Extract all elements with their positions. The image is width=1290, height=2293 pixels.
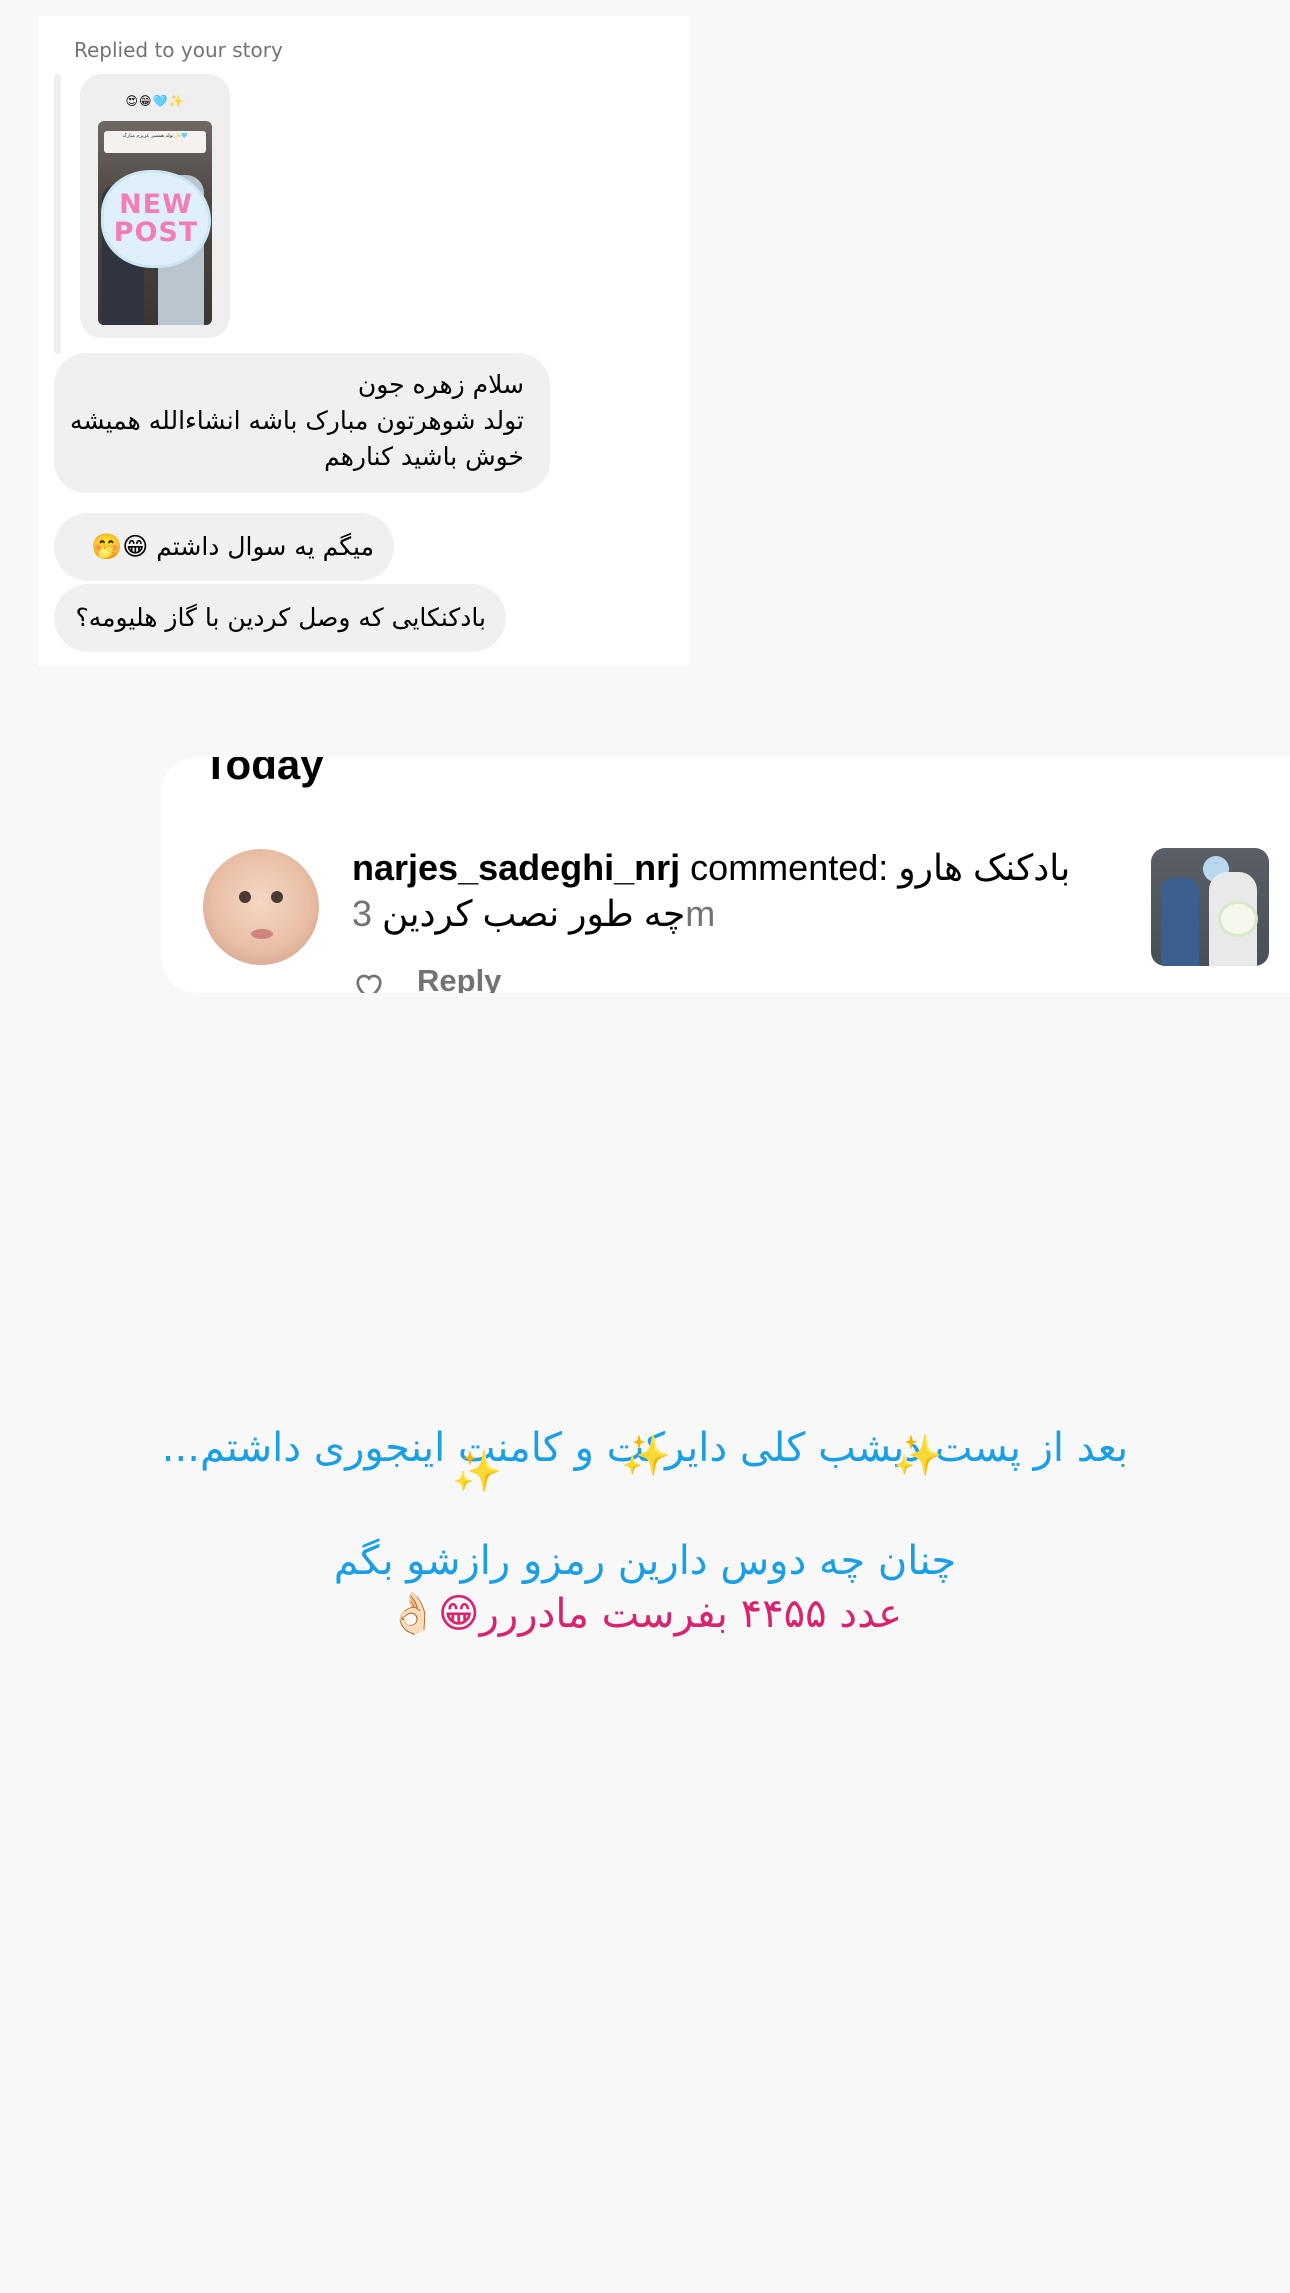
story-photo: تولد همسر عزیزم مبارک ✨🩵 NEW POST — [98, 121, 212, 325]
sparkle-icon: ✨ — [621, 1433, 671, 1479]
avatar-mouth — [251, 929, 273, 939]
message-line: خوش باشید کنارهم — [324, 442, 524, 471]
new-post-sticker: NEW POST — [104, 173, 208, 265]
dm-conversation-card: Replied to your story 😍😁🩵✨ تولد همسر عزی… — [38, 16, 689, 666]
story-emoji-row: 😍😁🩵✨ — [125, 94, 185, 108]
sparkle-icon: ✨ — [452, 1449, 502, 1495]
replied-to-story-label: Replied to your story — [74, 38, 283, 62]
story-reply-thumbnail[interactable]: 😍😁🩵✨ تولد همسر عزیزم مبارک ✨🩵 NEW POST — [80, 74, 230, 338]
heart-outline-icon[interactable] — [351, 967, 387, 993]
post-thumb-person-left — [1161, 878, 1199, 966]
overlay-caption-line3: عدد ۴۴۵۵ بفرست مادررر😁👌🏻 — [388, 1591, 902, 1637]
avatar-eye-left — [239, 891, 251, 903]
message-bubble[interactable]: میگم یه سوال داشتم 😁🤭 — [54, 513, 394, 581]
sticker-line-post: POST — [113, 217, 199, 248]
comment-text-line1: بادکنک هارو — [898, 847, 1071, 888]
overlay-caption-line2: چنان چه دوس دارین رمزو رازشو بگم — [333, 1538, 957, 1584]
post-thumbnail[interactable] — [1151, 848, 1269, 966]
section-heading-today: Today — [203, 757, 324, 788]
message-line: سلام زهره جون — [357, 370, 524, 399]
message-bubble[interactable]: سلام زهره جون تولد شوهرتون مبارک باشه ان… — [54, 353, 550, 493]
comment-line2-row: چه طور نصب کردین 3m — [352, 891, 1152, 937]
sparkle-icon: ✨ — [893, 1433, 943, 1479]
reply-button[interactable]: Reply — [417, 963, 501, 993]
story-caption: تولد همسر عزیزم مبارک ✨🩵 — [104, 131, 206, 153]
activity-notification-card: Today narjes_sadeghi_nrj commented: بادک… — [161, 757, 1290, 993]
avatar-eye-right — [271, 891, 283, 903]
comment-text-line2: چه طور نصب کردین — [382, 893, 686, 934]
message-line: تولد شوهرتون مبارک باشه انشاءالله همیشه — [69, 406, 524, 435]
avatar[interactable] — [203, 849, 319, 965]
sticker-line-new: NEW — [119, 189, 193, 220]
post-thumb-bouquet — [1221, 904, 1255, 934]
notification-text[interactable]: narjes_sadeghi_nrj commented: بادکنک هار… — [352, 845, 1152, 937]
notification-action: commented: — [690, 847, 889, 888]
reply-quote-bar — [54, 74, 61, 354]
message-bubble[interactable]: بادکنکایی که وصل کردین با گاز هلیومه؟ — [54, 584, 506, 652]
notification-username[interactable]: narjes_sadeghi_nrj — [352, 847, 680, 888]
